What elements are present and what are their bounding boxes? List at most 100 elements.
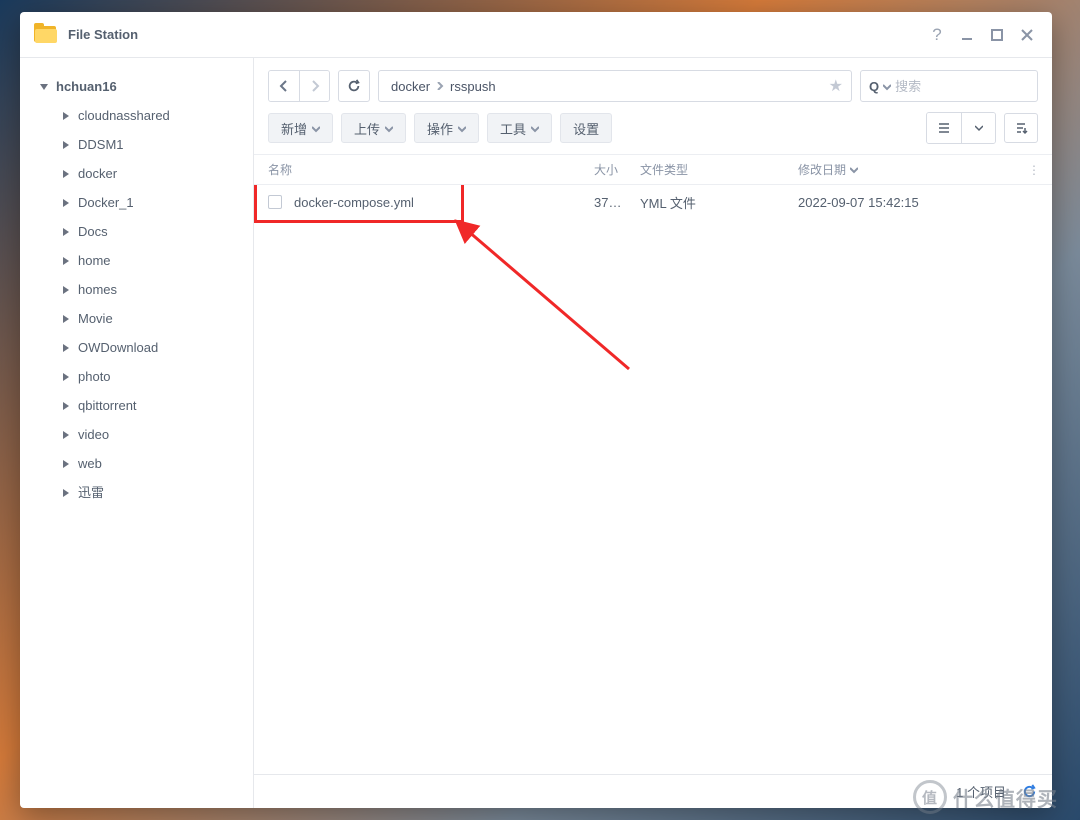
- forward-button[interactable]: [299, 71, 329, 101]
- annotation-arrow: [454, 219, 654, 379]
- upload-button[interactable]: 上传: [341, 113, 406, 143]
- table-body: docker-compose.yml37…YML 文件2022-09-07 15…: [254, 185, 1052, 774]
- sidebar-item-label: Docker_1: [78, 188, 134, 217]
- list-view-button[interactable]: [927, 113, 961, 143]
- sort-desc-icon: [850, 163, 858, 177]
- file-name: docker-compose.yml: [294, 195, 594, 210]
- nav-history-group: [268, 70, 330, 102]
- file-table: 名称 大小 文件类型 修改日期 ⋮ docker-compose.yml37…Y…: [254, 154, 1052, 774]
- favorite-star-icon[interactable]: ★: [829, 76, 845, 96]
- sidebar-item-8[interactable]: OWDownload: [60, 333, 253, 362]
- maximize-button[interactable]: [982, 20, 1012, 50]
- help-button[interactable]: ?: [922, 20, 952, 50]
- sidebar-item-label: web: [78, 449, 102, 478]
- sidebar-item-label: Movie: [78, 304, 113, 333]
- search-box[interactable]: Q: [860, 70, 1038, 102]
- sidebar-item-label: photo: [78, 362, 111, 391]
- sidebar-item-label: cloudnasshared: [78, 101, 170, 130]
- sidebar-item-label: Docs: [78, 217, 108, 246]
- sidebar-item-label: OWDownload: [78, 333, 158, 362]
- caret-down-icon: [385, 121, 393, 136]
- chevron-right-icon: [60, 431, 72, 439]
- breadcrumb-part-0[interactable]: docker: [389, 79, 432, 94]
- sidebar-item-5[interactable]: home: [60, 246, 253, 275]
- folder-app-icon: [34, 23, 58, 47]
- sidebar-item-9[interactable]: photo: [60, 362, 253, 391]
- nav-toolbar: docker rsspush ★ Q: [254, 58, 1052, 108]
- chevron-right-icon: [60, 489, 72, 497]
- tree-root-label: hchuan16: [56, 72, 117, 101]
- sidebar-item-label: qbittorrent: [78, 391, 137, 420]
- chevron-right-icon: [60, 170, 72, 178]
- search-icon: Q: [869, 79, 879, 94]
- chevron-right-icon: [60, 199, 72, 207]
- main-panel: docker rsspush ★ Q 新增 上传 操作 工具 设置: [254, 58, 1052, 808]
- view-mode-group: [926, 112, 996, 144]
- table-header: 名称 大小 文件类型 修改日期 ⋮: [254, 155, 1052, 185]
- col-name-header[interactable]: 名称: [268, 161, 594, 178]
- sidebar-item-6[interactable]: homes: [60, 275, 253, 304]
- breadcrumb-part-1[interactable]: rsspush: [448, 79, 498, 94]
- refresh-button[interactable]: [338, 70, 370, 102]
- sidebar-item-label: video: [78, 420, 109, 449]
- status-refresh-button[interactable]: [1020, 783, 1038, 801]
- status-bar: 1 个项目: [254, 774, 1052, 808]
- file-type: YML 文件: [640, 193, 798, 212]
- chevron-right-icon: [434, 82, 446, 90]
- chevron-right-icon: [60, 141, 72, 149]
- sidebar-item-7[interactable]: Movie: [60, 304, 253, 333]
- sidebar-item-2[interactable]: docker: [60, 159, 253, 188]
- file-size: 37…: [594, 195, 640, 210]
- breadcrumb: docker rsspush ★: [378, 70, 852, 102]
- sidebar-item-label: homes: [78, 275, 117, 304]
- sidebar-item-3[interactable]: Docker_1: [60, 188, 253, 217]
- chevron-right-icon: [60, 373, 72, 381]
- table-row[interactable]: docker-compose.yml37…YML 文件2022-09-07 15…: [254, 185, 1052, 219]
- sidebar: hchuan16 cloudnassharedDDSM1dockerDocker…: [20, 58, 254, 808]
- file-modified: 2022-09-07 15:42:15: [798, 195, 1046, 210]
- sidebar-item-label: 迅雷: [78, 478, 104, 507]
- caret-down-icon: [312, 121, 320, 136]
- sidebar-item-12[interactable]: web: [60, 449, 253, 478]
- sidebar-item-1[interactable]: DDSM1: [60, 130, 253, 159]
- chevron-right-icon: [60, 460, 72, 468]
- item-count: 1 个项目: [956, 782, 1006, 801]
- search-dropdown-icon[interactable]: [883, 79, 891, 94]
- back-button[interactable]: [269, 71, 299, 101]
- sidebar-item-label: docker: [78, 159, 117, 188]
- sidebar-item-4[interactable]: Docs: [60, 217, 253, 246]
- sidebar-item-label: DDSM1: [78, 130, 124, 159]
- view-dropdown-button[interactable]: [961, 113, 995, 143]
- chevron-right-icon: [60, 315, 72, 323]
- settings-button[interactable]: 设置: [560, 113, 612, 143]
- row-checkbox[interactable]: [268, 195, 282, 209]
- tree-root-node[interactable]: hchuan16: [38, 72, 253, 101]
- sidebar-item-13[interactable]: 迅雷: [60, 478, 253, 507]
- chevron-right-icon: [60, 286, 72, 294]
- sidebar-item-10[interactable]: qbittorrent: [60, 391, 253, 420]
- chevron-right-icon: [60, 112, 72, 120]
- sidebar-item-0[interactable]: cloudnasshared: [60, 101, 253, 130]
- tools-button[interactable]: 工具: [487, 113, 552, 143]
- column-menu-button[interactable]: ⋮: [1022, 163, 1046, 177]
- minimize-button[interactable]: [952, 20, 982, 50]
- col-modified-header[interactable]: 修改日期: [798, 161, 1022, 178]
- titlebar: File Station ?: [20, 12, 1052, 58]
- search-input[interactable]: [895, 79, 1071, 94]
- create-button[interactable]: 新增: [268, 113, 333, 143]
- file-station-window: File Station ? hchuan16 cloudnassharedDD…: [20, 12, 1052, 808]
- col-size-header[interactable]: 大小: [594, 161, 640, 178]
- caret-down-icon: [531, 121, 539, 136]
- close-button[interactable]: [1012, 20, 1042, 50]
- app-title: File Station: [68, 27, 138, 42]
- sort-button[interactable]: [1004, 113, 1038, 143]
- col-type-header[interactable]: 文件类型: [640, 161, 798, 178]
- action-toolbar: 新增 上传 操作 工具 设置: [254, 108, 1052, 154]
- chevron-down-icon: [38, 83, 50, 91]
- caret-down-icon: [458, 121, 466, 136]
- sidebar-item-label: home: [78, 246, 111, 275]
- sidebar-item-11[interactable]: video: [60, 420, 253, 449]
- chevron-right-icon: [60, 228, 72, 236]
- operation-button[interactable]: 操作: [414, 113, 479, 143]
- chevron-right-icon: [60, 257, 72, 265]
